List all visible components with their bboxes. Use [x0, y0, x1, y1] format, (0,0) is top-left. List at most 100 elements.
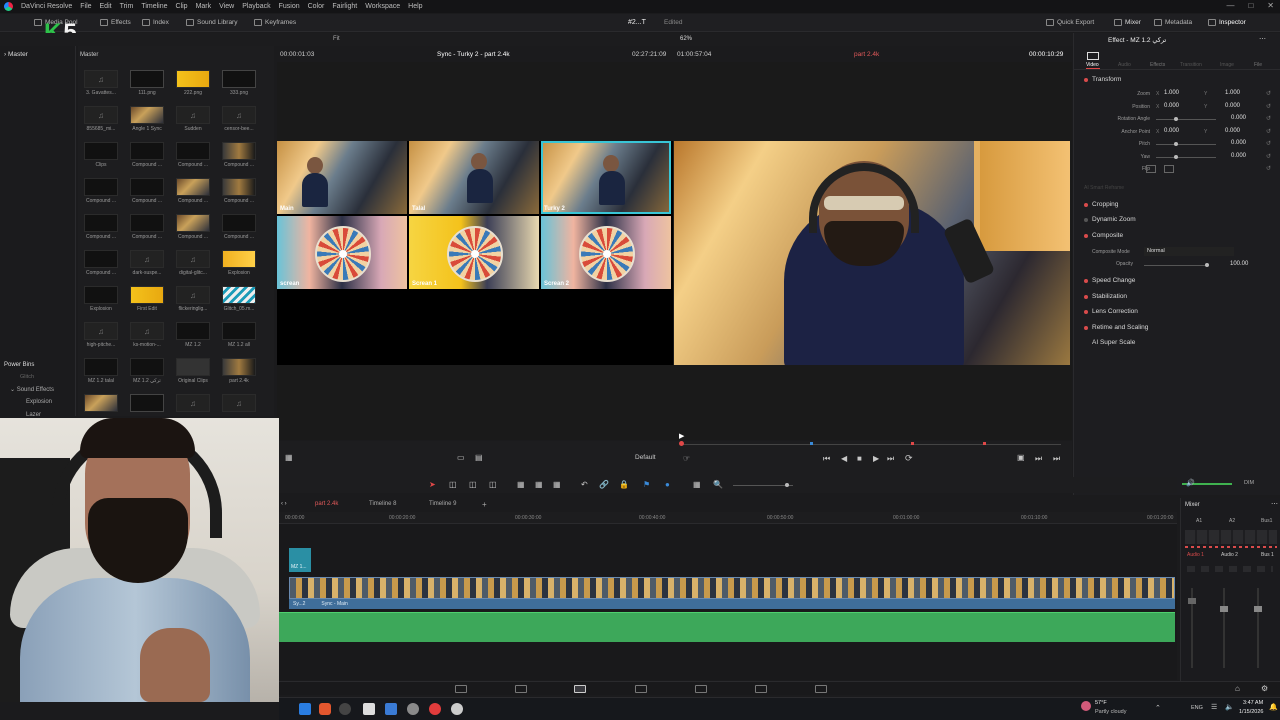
fader-knob-bus1[interactable]: [1254, 606, 1262, 612]
audio-clip-thumb[interactable]: ♫: [84, 106, 118, 124]
tab-image[interactable]: Image: [1220, 62, 1234, 68]
media-player-icon[interactable]: [451, 703, 463, 715]
param-knob[interactable]: [1174, 142, 1178, 146]
media-thumb[interactable]: [84, 394, 118, 412]
zoom-detail-icon[interactable]: 🔍: [713, 480, 723, 489]
brave-icon[interactable]: [319, 703, 331, 715]
menu-fusion[interactable]: Fusion: [279, 3, 300, 10]
menu-file[interactable]: File: [80, 3, 91, 10]
blade-tool-icon[interactable]: ◫: [489, 480, 497, 489]
audio-track-clip[interactable]: [279, 612, 1175, 642]
dynamic-trim-icon[interactable]: ◫: [469, 480, 477, 489]
menu-trim[interactable]: Trim: [120, 3, 134, 10]
inspector-options-icon[interactable]: ⋯: [1259, 35, 1266, 43]
inspector-button[interactable]: Inspector: [1208, 19, 1246, 26]
weather-desc[interactable]: Partly cloudy: [1095, 709, 1127, 715]
tab-transition[interactable]: Transition: [1180, 62, 1202, 68]
flip-vertical-icon[interactable]: [1164, 165, 1174, 173]
marker-red[interactable]: [983, 442, 986, 445]
media-thumb[interactable]: [84, 358, 118, 376]
tab-effects[interactable]: Effects: [1150, 62, 1165, 68]
timeline-tab-8[interactable]: Timeline 8: [369, 501, 396, 507]
cam-screan[interactable]: screan: [277, 216, 407, 289]
trim-tool-icon[interactable]: ◫: [449, 480, 457, 489]
cropping-section[interactable]: Cropping: [1084, 201, 1118, 208]
param-slider[interactable]: [1156, 156, 1216, 158]
app-icon[interactable]: [407, 703, 419, 715]
edit-page-icon[interactable]: [574, 685, 586, 693]
media-thumb[interactable]: [176, 358, 210, 376]
media-thumb[interactable]: [84, 250, 118, 268]
lens-correction-section[interactable]: Lens Correction: [1084, 308, 1138, 315]
param-y-value[interactable]: 1.000: [1225, 90, 1240, 96]
media-thumb[interactable]: [130, 214, 164, 232]
param-knob[interactable]: [1174, 154, 1178, 159]
param-value[interactable]: 0.000: [1231, 153, 1246, 159]
reset-icon[interactable]: ↺: [1266, 90, 1271, 97]
media-thumb[interactable]: [176, 214, 210, 232]
notification-icon[interactable]: 🔔: [1269, 703, 1278, 711]
param-slider[interactable]: [1156, 144, 1216, 145]
retime-scaling-section[interactable]: Retime and Scaling: [1084, 324, 1148, 331]
enabled-dot[interactable]: [1084, 77, 1088, 82]
media-thumb[interactable]: [176, 142, 210, 160]
index-button[interactable]: Index: [142, 19, 169, 26]
file-explorer-icon[interactable]: [299, 703, 311, 715]
enabled-dot[interactable]: [1084, 233, 1088, 238]
fusion-page-icon[interactable]: [635, 685, 647, 693]
menu-fairlight[interactable]: Fairlight: [332, 3, 357, 10]
cam-screan-1[interactable]: Screan 1: [409, 216, 539, 289]
glitch-bin[interactable]: Glitch: [20, 374, 34, 380]
sound-effects-bin[interactable]: ⌄ Sound Effects: [10, 386, 54, 393]
color-page-icon[interactable]: [695, 685, 707, 693]
end-icon[interactable]: ⏭: [1053, 454, 1060, 464]
master-bin[interactable]: › Master: [4, 51, 28, 58]
video-track-clip[interactable]: [289, 577, 1175, 599]
language-indicator[interactable]: ENG: [1191, 705, 1203, 711]
fader-audio2[interactable]: [1223, 588, 1225, 668]
media-thumb[interactable]: [84, 142, 118, 160]
timeline-zoom-knob[interactable]: [785, 483, 789, 487]
enabled-dot[interactable]: [1084, 202, 1088, 207]
tab-nav-icon[interactable]: ‹ ›: [281, 501, 287, 507]
opacity-knob[interactable]: [1205, 263, 1209, 267]
zoom-fit-icon[interactable]: ▦: [693, 480, 701, 489]
explosion-bin[interactable]: Explosion: [26, 399, 52, 405]
media-thumb[interactable]: [222, 286, 256, 304]
reset-icon[interactable]: ↺: [1266, 115, 1271, 122]
audio-clip-thumb[interactable]: ♫: [176, 286, 210, 304]
audio-clip-thumb[interactable]: ♫: [176, 394, 210, 412]
reset-icon[interactable]: ↺: [1266, 165, 1271, 172]
menu-playback[interactable]: Playback: [242, 3, 270, 10]
marker-blue[interactable]: [810, 442, 813, 445]
app-icon[interactable]: [363, 703, 375, 715]
composite-section[interactable]: Composite: [1084, 232, 1123, 239]
media-thumb[interactable]: [176, 70, 210, 88]
wifi-icon[interactable]: ☰: [1211, 703, 1217, 711]
media-thumb[interactable]: [222, 358, 256, 376]
param-x-value[interactable]: 0.000: [1164, 128, 1179, 134]
playhead-marker[interactable]: [679, 441, 684, 446]
dynamic-zoom-section[interactable]: Dynamic Zoom: [1084, 216, 1136, 223]
marker-red[interactable]: [911, 442, 914, 445]
media-thumb[interactable]: [130, 142, 164, 160]
param-knob[interactable]: [1174, 117, 1178, 121]
opacity-slider[interactable]: [1144, 265, 1206, 266]
reset-icon[interactable]: ↺: [1266, 153, 1271, 160]
fit-dropdown[interactable]: Fit: [333, 36, 340, 42]
media-thumb[interactable]: [84, 286, 118, 304]
quick-export-button[interactable]: Quick Export: [1046, 19, 1094, 26]
audio-clip-thumb[interactable]: ♫: [84, 70, 118, 88]
media-thumb[interactable]: [84, 214, 118, 232]
param-value[interactable]: 0.000: [1231, 140, 1246, 146]
clock-date[interactable]: 1/15/2026: [1239, 709, 1263, 715]
stabilization-section[interactable]: Stabilization: [1084, 293, 1127, 300]
reset-icon[interactable]: ↺: [1266, 103, 1271, 110]
media-thumb[interactable]: [222, 214, 256, 232]
timeline-zoom-slider[interactable]: [733, 485, 793, 486]
reset-icon[interactable]: ↺: [1266, 140, 1271, 147]
fader-knob-audio2[interactable]: [1220, 606, 1228, 612]
volume-icon[interactable]: 🔈: [1225, 703, 1234, 711]
media-thumb[interactable]: [130, 358, 164, 376]
audio-clip-thumb[interactable]: ♫: [222, 106, 256, 124]
